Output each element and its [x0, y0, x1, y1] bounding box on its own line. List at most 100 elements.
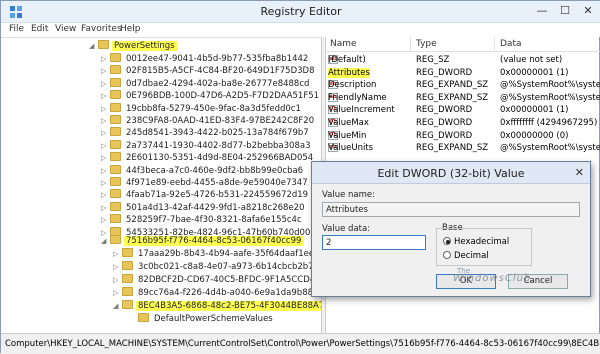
close-button[interactable]: ✕ [579, 3, 597, 19]
tree-item[interactable]: ▷ 245d8541-3943-4422-b025-13a784f679b7 [101, 127, 311, 140]
value-name: FriendlyName [328, 92, 387, 103]
tree-item-selected-parent[interactable]: ◢ 7516b95f-f776-4464-8c53-06167f40cc99 [101, 235, 304, 248]
collapsed-arrow-icon[interactable]: ▷ [101, 216, 110, 224]
folder-icon [138, 313, 149, 322]
value-row[interactable]: 01 ValueMax REG_DWORD 0xffffffff (429496729… [326, 118, 600, 130]
tree-item[interactable]: ▷ 0E796BDB-100D-47D6-A2D5-F7D2DAA51F51 [101, 90, 321, 103]
value-name-field: Attributes [322, 202, 580, 217]
value-data: 0x00000000 (0) [500, 130, 569, 141]
folder-icon [110, 53, 121, 62]
tree-item[interactable]: ▷ 528259f7-7bae-4f30-8321-8afa6e155c4c [101, 214, 304, 227]
tree-item-powersettings[interactable]: ◢ PowerSettings [89, 40, 177, 53]
collapsed-arrow-icon[interactable]: ▷ [101, 142, 110, 150]
collapsed-arrow-icon[interactable]: ▷ [101, 191, 110, 199]
value-data-input[interactable]: 2 [322, 235, 426, 250]
value-row[interactable]: ab Description REG_EXPAND_SZ @%SystemRoot%\… [326, 80, 600, 92]
value-name-label: Value name: [322, 190, 376, 200]
tree-item[interactable]: ▷ 02F815B5-A5CF-4C84-BF20-649D1F75D3D8 [101, 65, 316, 78]
tree-item[interactable]: ▷ 0d7dbae2-4294-402a-ba8e-26777e8488cd [101, 77, 311, 91]
dialog-close-button[interactable]: ✕ [575, 166, 584, 179]
column-type[interactable]: Type [416, 39, 437, 49]
value-type: REG_DWORD [416, 105, 473, 116]
radio-unselected-icon [443, 251, 451, 259]
value-row[interactable]: ab FriendlyName REG_EXPAND_SZ @%SystemRoot%… [326, 92, 600, 105]
folder-icon [122, 248, 133, 257]
base-group: Hexadecimal Decimal [436, 228, 532, 266]
value-data: @%SystemRoot%\system [500, 80, 600, 91]
column-name[interactable]: Name [330, 39, 357, 49]
tree-child-item[interactable]: ▷ 82DBCF2D-CD67-40C5-BFDC-9F1A5CCD4663 [113, 274, 321, 287]
radio-decimal[interactable]: Decimal [443, 251, 489, 261]
tree-item[interactable]: ▷ 4faab71a-92e5-4726-b531-224559672d19 [101, 189, 310, 202]
collapsed-arrow-icon[interactable]: ▷ [113, 276, 122, 284]
folder-icon [110, 102, 121, 112]
tree-item[interactable]: ▷ 2a737441-1930-4402-8d77-b2bebba308a3 [101, 139, 313, 153]
collapsed-arrow-icon[interactable]: ▷ [101, 55, 110, 63]
tree-child-item[interactable]: ▷ 17aaa29b-8b43-4b94-aafe-35f64daaf1ee [113, 248, 316, 261]
collapsed-arrow-icon[interactable]: ▷ [113, 289, 122, 297]
collapsed-arrow-icon[interactable]: ▷ [113, 250, 122, 258]
menu-favorites[interactable]: Favorites [81, 24, 122, 34]
value-name: (Default) [328, 55, 366, 65]
value-data: 0x00000001 (1) [500, 67, 569, 78]
collapsed-arrow-icon[interactable]: ▷ [101, 80, 110, 88]
collapsed-arrow-icon[interactable]: ▷ [113, 263, 122, 271]
tree-item-label: 19cbb8fa-5279-450e-9fac-8a3d5fedd0c1 [126, 103, 301, 114]
collapsed-arrow-icon[interactable]: ▷ [101, 67, 110, 75]
collapsed-arrow-icon[interactable]: ▷ [101, 105, 110, 113]
collapsed-arrow-icon[interactable]: ▷ [101, 117, 110, 125]
tree-item-selected[interactable]: ◢ 8EC4B3A5-6868-48c2-BE75-4F3044BE88A7 [113, 300, 321, 313]
radio-hexadecimal[interactable]: Hexadecimal [443, 237, 509, 247]
tree-item-label: 82DBCF2D-CD67-40C5-BFDC-9F1A5CCD4663 [138, 275, 321, 285]
value-type: REG_DWORD [416, 130, 473, 141]
column-data[interactable]: Data [500, 39, 522, 49]
expanded-arrow-icon[interactable]: ◢ [113, 302, 122, 310]
folder-open-icon [110, 235, 121, 244]
collapsed-arrow-icon[interactable]: ▷ [101, 92, 110, 100]
tree-item-label: 2a737441-1930-4402-8d77-b2bebba308a3 [126, 140, 311, 151]
tree-item[interactable]: ▷ 501a4d13-42af-4429-9fd1-a8218c268e20 [101, 201, 307, 215]
tree-item-label: 528259f7-7bae-4f30-8321-8afa6e155c4c [126, 215, 302, 226]
value-data: @%SystemRoot%\system [500, 143, 600, 154]
expanded-arrow-icon[interactable]: ◢ [89, 42, 98, 50]
tree-item[interactable]: ▷ 19cbb8fa-5279-450e-9fac-8a3d5fedd0c1 [101, 102, 303, 116]
tree-child-item[interactable]: ▷ 3c0bc021-c8a8-4e07-a973-6b14cbcb2b7e [113, 261, 321, 274]
value-row[interactable]: ab ValueUnits REG_EXPAND_SZ @%SystemRoot%\s… [326, 143, 600, 155]
tree-item[interactable]: ▷ 2E601130-5351-4d9d-8E04-252966BAD054 [101, 152, 315, 165]
value-data: @%SystemRoot%\system [500, 92, 600, 103]
tree-child-item[interactable]: ▷ 89cc76a4-f226-4d4b-a040-6e9a1da9b882 [113, 287, 320, 300]
collapsed-arrow-icon[interactable]: ▷ [101, 179, 110, 187]
collapsed-arrow-icon[interactable]: ▷ [101, 204, 110, 212]
tree-item[interactable]: ▷ 44f3beca-a7c0-460e-9df2-bb8b99e0cba6 [101, 164, 305, 178]
expanded-arrow-icon[interactable]: ◢ [101, 237, 110, 245]
folder-icon [122, 261, 133, 270]
tree-item[interactable]: ▷ 4f971e89-eebd-4455-a8de-9e59040e7347 [101, 177, 310, 190]
tree-item-grandchild[interactable]: DefaultPowerSchemeValues [129, 313, 275, 326]
value-type: REG_DWORD [416, 67, 473, 78]
menu-edit[interactable]: Edit [31, 24, 48, 34]
folder-open-icon [98, 40, 109, 49]
value-name: ValueIncrement [328, 105, 395, 116]
value-name: ValueMax [328, 118, 369, 128]
key-tree[interactable]: ◢ PowerSettings ▷ 0012ee47-9041-4b5d-9b77-… [1, 37, 321, 333]
folder-icon [110, 177, 121, 186]
menu-help[interactable]: Help [120, 24, 141, 34]
menu-view[interactable]: View [55, 24, 76, 34]
folder-icon [110, 139, 121, 149]
folder-icon [110, 77, 121, 87]
menu-file[interactable]: File [9, 24, 24, 34]
value-row[interactable]: 01 ValueMin REG_DWORD 0x00000000 (0) [326, 130, 600, 143]
collapsed-arrow-icon[interactable]: ▷ [101, 167, 110, 175]
tree-item[interactable]: ▷ 0012ee47-9041-4b5d-9b77-535fba8b1442 [101, 53, 310, 66]
tree-item-label: 0012ee47-9041-4b5d-9b77-535fba8b1442 [126, 54, 309, 64]
value-row[interactable]: ab (Default) REG_SZ (value not set) [326, 55, 600, 67]
value-row[interactable]: 01 ValueIncrement REG_DWORD 0x00000001 (1) [326, 105, 600, 117]
minimize-button[interactable]: — [533, 3, 551, 19]
collapsed-arrow-icon[interactable]: ▷ [101, 129, 110, 137]
value-name: ValueMin [328, 130, 367, 141]
collapsed-arrow-icon[interactable]: ▷ [101, 154, 110, 162]
maximize-button[interactable]: ☐ [556, 3, 574, 19]
value-row[interactable]: 01AttributesREG_DWORD0x00000001 (1) [326, 67, 600, 80]
tree-item[interactable]: ▷ 238C9FA8-0AAD-41ED-83F4-97BE242C8F20 [101, 115, 316, 128]
folder-icon [110, 152, 121, 162]
